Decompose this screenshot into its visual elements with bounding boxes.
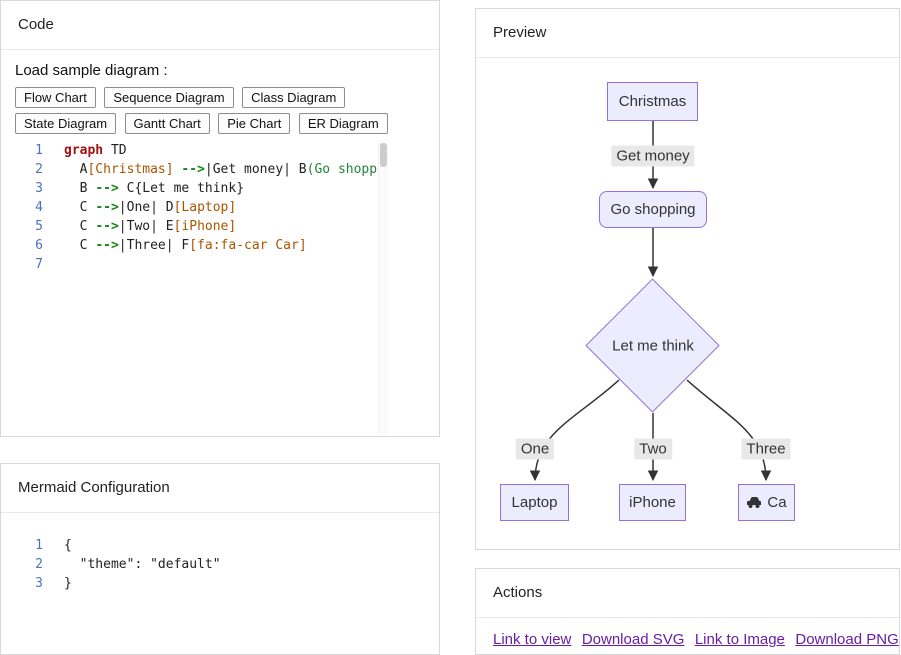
code-token: [Christmas] — [87, 162, 173, 177]
code-token: C — [64, 200, 95, 215]
editor-line: 7 — [9, 255, 377, 274]
code-token: --> — [95, 219, 118, 234]
config-editor[interactable]: 1{2 "theme": "default"3} — [9, 536, 377, 652]
code-token: (Go shopping) — [307, 162, 377, 177]
code-token: --> — [181, 162, 204, 177]
edge-label-three: Three — [741, 439, 790, 460]
edge-label-one: One — [516, 439, 554, 460]
edge-label-two: Two — [634, 439, 672, 460]
load-sample-label: Load sample diagram : — [15, 62, 425, 79]
sample-button-class-diagram[interactable]: Class Diagram — [242, 87, 345, 108]
edge-think-laptop — [535, 380, 619, 480]
code-token: --> — [95, 238, 118, 253]
car-icon — [746, 496, 762, 509]
actions-links-row: Link to view Download SVG Link to Image … — [493, 631, 900, 649]
preview-panel: Preview Christmas Get money Go shopping … — [475, 8, 900, 550]
line-number: 1 — [9, 536, 43, 555]
node-christmas: Christmas — [607, 82, 698, 121]
mermaid-live-editor: { "colors": { "accent_purple": "#9370DB"… — [0, 0, 901, 654]
mermaid-configuration-panel: Mermaid Configuration 1{2 "theme": "defa… — [0, 463, 440, 655]
sample-button-er-diagram[interactable]: ER Diagram — [299, 113, 388, 134]
sample-button-row-2: State Diagram Gantt Chart Pie Chart ER D… — [15, 113, 439, 136]
config-panel-title: Mermaid Configuration — [1, 464, 439, 513]
code-token: "theme": "default" — [64, 557, 221, 572]
code-token: [fa:fa-car Car] — [189, 238, 306, 253]
line-number: 3 — [9, 574, 43, 593]
editor-line: 5 C -->|Two| E[iPhone] — [9, 217, 377, 236]
code-editor[interactable]: 1graph TD2 A[Christmas] -->|Get money| B… — [9, 141, 377, 435]
edge-label-get-money: Get money — [611, 146, 694, 167]
edge-think-car — [687, 380, 766, 480]
code-token: C — [64, 219, 95, 234]
sample-button-row-1: Flow Chart Sequence Diagram Class Diagra… — [15, 87, 439, 110]
code-token: [iPhone] — [174, 219, 237, 234]
download-svg-link[interactable]: Download SVG — [582, 631, 685, 648]
code-token: |One| D — [119, 200, 174, 215]
scrollbar-thumb[interactable] — [380, 143, 387, 167]
sample-button-flow-chart[interactable]: Flow Chart — [15, 87, 96, 108]
line-number: 2 — [9, 160, 43, 179]
node-car-label: Ca — [767, 494, 786, 511]
actions-panel: Actions Link to view Download SVG Link t… — [475, 568, 900, 655]
code-token: --> — [95, 200, 118, 215]
editor-line: 2 "theme": "default" — [9, 555, 377, 574]
line-number: 6 — [9, 236, 43, 255]
code-token: [Laptop] — [174, 200, 237, 215]
download-png-link[interactable]: Download PNG — [795, 631, 898, 648]
preview-panel-title: Preview — [476, 9, 899, 58]
code-token: --> — [95, 181, 118, 196]
link-to-view[interactable]: Link to view — [493, 631, 571, 648]
line-number: 4 — [9, 198, 43, 217]
sample-button-pie-chart[interactable]: Pie Chart — [218, 113, 290, 134]
code-token: |Get money| B — [205, 162, 307, 177]
code-token: } — [64, 576, 72, 591]
code-panel: Code Load sample diagram : Flow Chart Se… — [0, 0, 440, 437]
editor-line: 1{ — [9, 536, 377, 555]
code-token: |Two| E — [119, 219, 174, 234]
code-token: TD — [103, 143, 126, 158]
code-token: { — [64, 538, 72, 553]
code-panel-title: Code — [1, 1, 439, 50]
node-let-me-think-label: Let me think — [612, 338, 694, 355]
sample-button-gantt-chart[interactable]: Gantt Chart — [125, 113, 210, 134]
code-editor-scrollbar[interactable] — [378, 141, 388, 435]
editor-line: 4 C -->|One| D[Laptop] — [9, 198, 377, 217]
editor-line: 3} — [9, 574, 377, 593]
editor-line: 3 B --> C{Let me think} — [9, 179, 377, 198]
code-token: C — [64, 238, 95, 253]
code-token: B — [64, 181, 95, 196]
line-number: 3 — [9, 179, 43, 198]
code-token: C{Let me think} — [119, 181, 244, 196]
node-iphone: iPhone — [619, 484, 686, 521]
code-token: graph — [64, 143, 103, 158]
link-to-image[interactable]: Link to Image — [695, 631, 785, 648]
code-token: |Three| F — [119, 238, 189, 253]
sample-button-sequence-diagram[interactable]: Sequence Diagram — [104, 87, 233, 108]
node-laptop: Laptop — [500, 484, 569, 521]
editor-line: 2 A[Christmas] -->|Get money| B(Go shopp… — [9, 160, 377, 179]
code-token: A — [64, 162, 87, 177]
line-number: 5 — [9, 217, 43, 236]
node-go-shopping: Go shopping — [599, 191, 707, 228]
actions-panel-title: Actions — [476, 569, 899, 618]
editor-line: 1 graph TD — [9, 141, 377, 160]
editor-line: 6 C -->|Three| F[fa:fa-car Car] — [9, 236, 377, 255]
line-number: 7 — [9, 255, 43, 274]
line-number: 2 — [9, 555, 43, 574]
node-car: Ca — [738, 484, 795, 521]
line-number: 1 — [9, 141, 43, 160]
sample-button-state-diagram[interactable]: State Diagram — [15, 113, 116, 134]
